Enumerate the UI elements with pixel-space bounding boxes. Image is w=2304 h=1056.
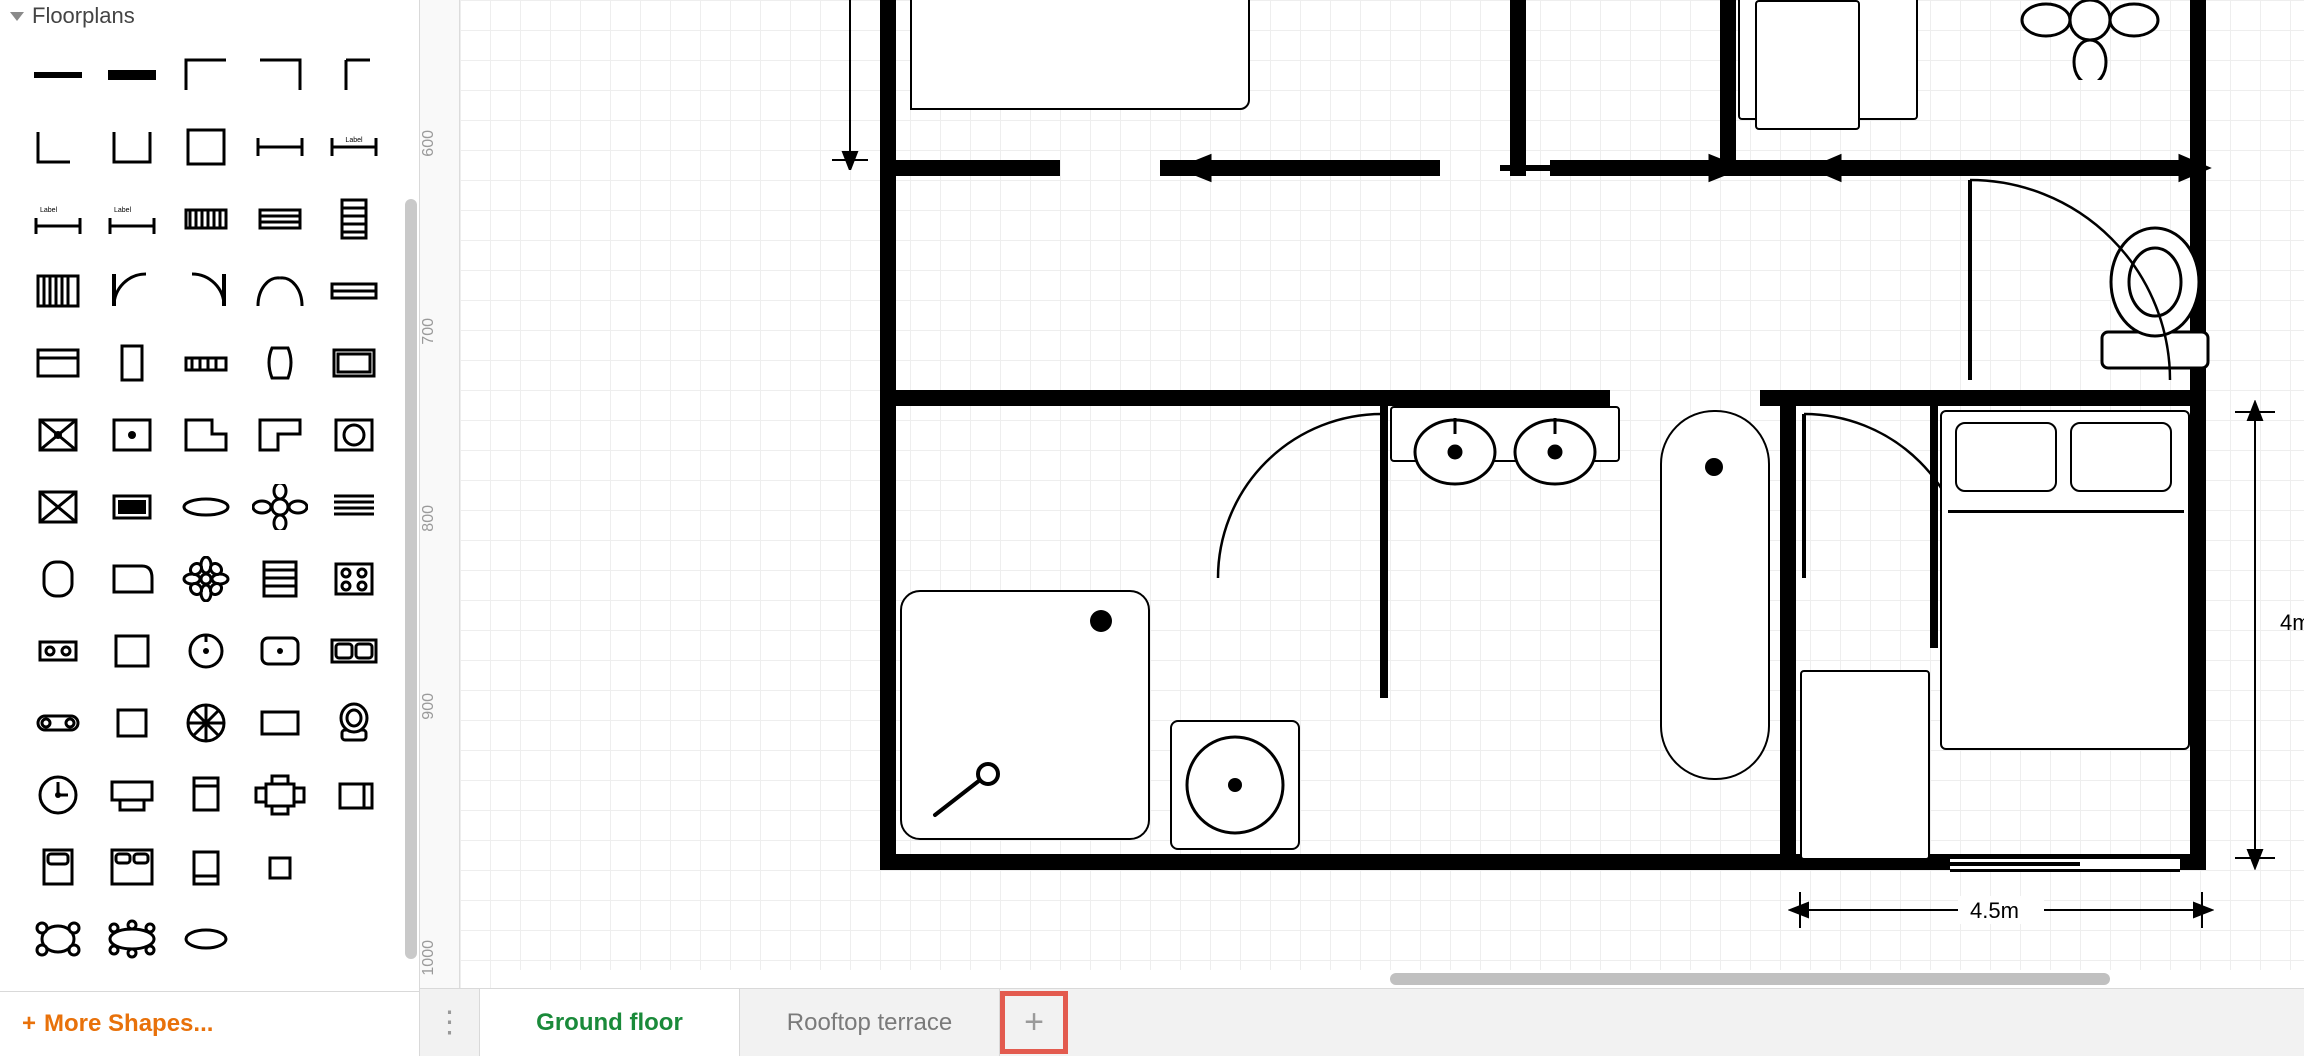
canvas-area: 600 700 800 900 1000 bbox=[420, 0, 2304, 988]
horizontal-scrollbar[interactable] bbox=[500, 970, 2304, 988]
shape-table-rect[interactable] bbox=[246, 689, 314, 757]
shape-wall-corner-tr[interactable] bbox=[246, 41, 314, 109]
more-shapes-label: More Shapes... bbox=[44, 1010, 213, 1037]
shape-spiral-stairs[interactable] bbox=[172, 689, 240, 757]
shape-toilet[interactable] bbox=[320, 689, 388, 757]
shape-cabinet[interactable] bbox=[24, 329, 92, 397]
shape-oval-table[interactable] bbox=[24, 905, 92, 973]
dimension-label-h: 4.5m bbox=[1970, 898, 2019, 924]
shape-wall-end[interactable] bbox=[320, 41, 388, 109]
scrollbar-thumb[interactable] bbox=[405, 199, 417, 959]
shape-cabinet2[interactable] bbox=[246, 545, 314, 613]
shape-bed-double[interactable] bbox=[98, 833, 166, 901]
palette-title: Floorplans bbox=[32, 3, 135, 29]
ruler-tick: 700 bbox=[420, 318, 460, 345]
ruler-tick: 600 bbox=[420, 130, 460, 157]
page-tab-ground-floor[interactable]: Ground floor bbox=[480, 989, 740, 1056]
shape-wall-square[interactable] bbox=[172, 113, 240, 181]
shape-grate2[interactable] bbox=[246, 185, 314, 253]
shape-l-counter[interactable] bbox=[246, 401, 314, 469]
shape-door-double[interactable] bbox=[246, 257, 314, 325]
shape-sink[interactable] bbox=[246, 617, 314, 685]
shape-closet[interactable] bbox=[98, 329, 166, 397]
floor-plan[interactable]: 4m 4.5m bbox=[880, 0, 2210, 870]
caret-down-icon bbox=[10, 12, 24, 21]
shape-wall-h[interactable] bbox=[24, 41, 92, 109]
shape-piano[interactable] bbox=[98, 545, 166, 613]
shape-dim-h[interactable] bbox=[246, 113, 314, 181]
shape-sink-round[interactable] bbox=[172, 617, 240, 685]
dimension-label-v: 4m bbox=[2280, 610, 2304, 636]
shape-empty[interactable] bbox=[320, 833, 388, 901]
drawing-canvas[interactable]: 4m 4.5m bbox=[460, 0, 2304, 988]
more-shapes-button[interactable]: + More Shapes... bbox=[0, 991, 419, 1056]
shape-dim-h-label[interactable]: Label bbox=[320, 113, 388, 181]
page-tab-rooftop-terrace[interactable]: Rooftop terrace bbox=[740, 989, 1000, 1056]
shape-grate1[interactable] bbox=[172, 185, 240, 253]
shape-flower[interactable] bbox=[172, 545, 240, 613]
page-tab-label: Rooftop terrace bbox=[787, 1009, 952, 1037]
shape-bed-single[interactable] bbox=[24, 833, 92, 901]
shape-table4[interactable] bbox=[246, 761, 314, 829]
page-menu-button[interactable]: ⋮ bbox=[420, 989, 480, 1056]
shape-dim-h-label3[interactable]: Label bbox=[98, 185, 166, 253]
shape-sink-double[interactable] bbox=[320, 617, 388, 685]
shape-dryer[interactable] bbox=[98, 617, 166, 685]
shape-palette: Label Label Label bbox=[0, 35, 419, 991]
shape-nightstand[interactable] bbox=[98, 689, 166, 757]
plus-icon: + bbox=[1024, 1003, 1044, 1042]
shape-fan[interactable] bbox=[246, 473, 314, 541]
shape-wall-corner-tl[interactable] bbox=[172, 41, 240, 109]
ruler-tick: 1000 bbox=[420, 940, 460, 976]
scrollbar-thumb[interactable] bbox=[1390, 973, 2110, 985]
shape-window[interactable] bbox=[320, 257, 388, 325]
shape-grate3[interactable] bbox=[320, 185, 388, 253]
shape-lines[interactable] bbox=[320, 473, 388, 541]
shape-oval-small[interactable] bbox=[172, 905, 240, 973]
shape-washer[interactable] bbox=[320, 401, 388, 469]
shape-fridge[interactable] bbox=[24, 401, 92, 469]
shape-dim-h-label2[interactable]: Label bbox=[24, 185, 92, 253]
svg-text:Label: Label bbox=[345, 137, 363, 144]
add-page-button[interactable]: + bbox=[1000, 991, 1068, 1054]
shape-platter[interactable] bbox=[172, 473, 240, 541]
shape-wall-h-thick[interactable] bbox=[98, 41, 166, 109]
shape-empty2[interactable] bbox=[246, 905, 314, 973]
shape-tub[interactable] bbox=[24, 545, 92, 613]
shape-bench[interactable] bbox=[24, 689, 92, 757]
shape-corner-counter[interactable] bbox=[172, 401, 240, 469]
shape-vase[interactable] bbox=[246, 329, 314, 397]
page-tab-label: Ground floor bbox=[536, 1009, 683, 1037]
svg-text:Label: Label bbox=[114, 207, 132, 214]
shape-oval-table-long[interactable] bbox=[98, 905, 166, 973]
shape-door-arc-l[interactable] bbox=[98, 257, 166, 325]
shape-empty3[interactable] bbox=[320, 905, 388, 973]
shape-tv[interactable] bbox=[98, 473, 166, 541]
palette-header[interactable]: Floorplans bbox=[0, 0, 419, 35]
shape-wall-l[interactable] bbox=[24, 113, 92, 181]
plus-icon: + bbox=[22, 1010, 36, 1037]
shape-x-box[interactable] bbox=[24, 473, 92, 541]
shape-stairs[interactable] bbox=[24, 257, 92, 325]
shape-stool[interactable] bbox=[246, 833, 314, 901]
ruler-tick: 900 bbox=[420, 693, 460, 720]
page-tab-bar: ⋮ Ground floor Rooftop terrace + bbox=[420, 988, 2304, 1056]
shape-wall-u[interactable] bbox=[98, 113, 166, 181]
shape-door-arc-r[interactable] bbox=[172, 257, 240, 325]
shape-stove[interactable] bbox=[320, 545, 388, 613]
vertical-ruler[interactable]: 600 700 800 900 1000 bbox=[420, 0, 460, 988]
shape-dishwasher[interactable] bbox=[98, 401, 166, 469]
shape-counter[interactable] bbox=[172, 329, 240, 397]
svg-text:Label: Label bbox=[40, 207, 58, 214]
shape-desk[interactable] bbox=[98, 761, 166, 829]
shape-socket[interactable] bbox=[24, 617, 92, 685]
ruler-tick: 800 bbox=[420, 505, 460, 532]
shape-chair-side[interactable] bbox=[320, 761, 388, 829]
shape-chair-up[interactable] bbox=[172, 761, 240, 829]
shape-clock[interactable] bbox=[24, 761, 92, 829]
sidebar-scrollbar[interactable] bbox=[405, 39, 417, 991]
shape-sidebar: Floorplans Label Label Label + More Shapes.… bbox=[0, 0, 420, 1056]
shape-chair-down[interactable] bbox=[172, 833, 240, 901]
shape-shelf[interactable] bbox=[320, 329, 388, 397]
